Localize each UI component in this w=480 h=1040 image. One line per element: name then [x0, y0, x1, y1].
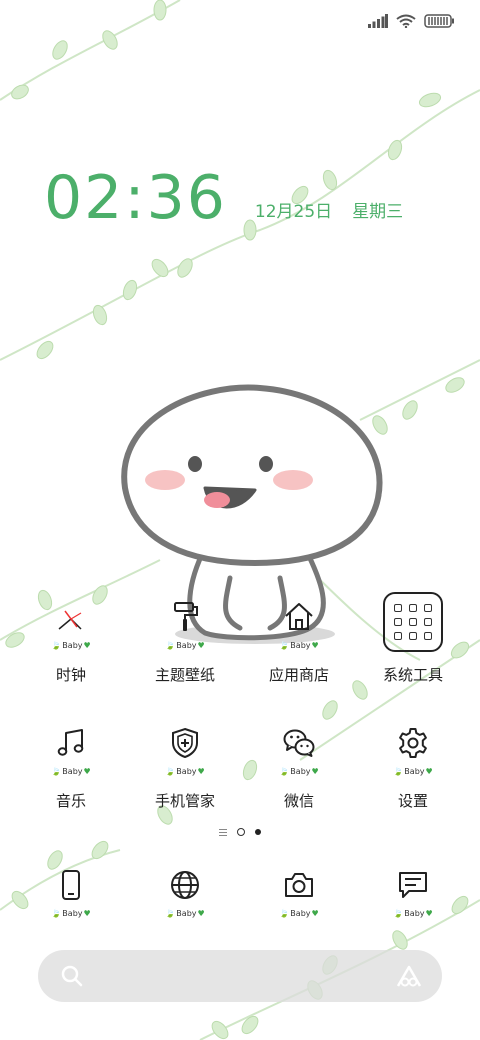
baby-badge: 🍃 Baby ♥	[51, 767, 91, 776]
app-store[interactable]: 🍃 Baby ♥ 应用商店	[242, 590, 356, 685]
app-icon-box: 🍃 Baby ♥	[153, 858, 217, 922]
leaf-icon: 🍃	[165, 767, 176, 776]
search-bar[interactable]	[38, 950, 442, 1002]
app-label: 系统工具	[382, 666, 443, 684]
app-icon-box: 🍃 Baby ♥	[381, 858, 445, 922]
leaf-icon: 🍃	[393, 909, 404, 918]
heart-icon: ♥	[197, 641, 205, 650]
signal-icon	[368, 14, 388, 28]
browser-icon	[171, 871, 199, 899]
leaf-icon: 🍃	[51, 909, 62, 918]
clock-icon	[58, 610, 82, 630]
app-icon-box: 🍃 Baby ♥	[39, 716, 103, 780]
leaf-icon: 🍃	[279, 767, 290, 776]
app-icon-box	[381, 590, 445, 654]
app-icon-box: 🍃 Baby ♥	[267, 590, 331, 654]
baby-badge: 🍃 Baby ♥	[279, 641, 319, 650]
heart-icon: ♥	[83, 909, 91, 918]
dock: 🍃 Baby ♥ 🍃 Baby ♥ 🍃 Baby ♥ 🍃 Baby ♥	[0, 858, 480, 922]
app-icon-box: 🍃 Baby ♥	[39, 590, 103, 654]
app-label: 主题壁纸	[154, 666, 215, 684]
heart-icon: ♥	[197, 909, 205, 918]
date-display: 12月25日 星期三	[255, 197, 403, 222]
app-clock[interactable]: 🍃 Baby ♥ 时钟	[14, 590, 128, 685]
gear-icon	[399, 728, 427, 758]
app-label: 音乐	[55, 792, 86, 810]
leaf-icon: 🍃	[165, 641, 176, 650]
tools-folder-icon	[383, 592, 443, 652]
clock-widget[interactable]: 02:36 12月25日 星期三	[44, 166, 403, 230]
app-music[interactable]: 🍃 Baby ♥ 音乐	[14, 716, 128, 811]
baby-badge: 🍃 Baby ♥	[165, 909, 205, 918]
app-label: 设置	[397, 792, 428, 810]
battery-icon	[424, 14, 454, 28]
app-label: 应用商店	[268, 666, 329, 684]
store-icon	[285, 603, 313, 630]
wechat-icon	[283, 729, 315, 757]
app-icon-box: 🍃 Baby ♥	[153, 590, 217, 654]
assistant-icon[interactable]	[396, 964, 422, 988]
heart-icon: ♥	[311, 909, 319, 918]
search-icon[interactable]	[60, 964, 84, 988]
weekday-text: 星期三	[352, 202, 404, 222]
baby-badge: 🍃 Baby ♥	[51, 909, 91, 918]
dock-browser[interactable]: 🍃 Baby ♥	[128, 858, 242, 922]
leaf-icon: 🍃	[279, 909, 290, 918]
baby-badge: 🍃 Baby ♥	[279, 767, 319, 776]
heart-icon: ♥	[83, 641, 91, 650]
leaf-icon: 🍃	[393, 767, 404, 776]
app-icon-box: 🍃 Baby ♥	[267, 858, 331, 922]
page-indicator[interactable]	[0, 828, 480, 836]
music-icon	[57, 729, 84, 756]
heart-icon: ♥	[83, 767, 91, 776]
heart-icon: ♥	[311, 767, 319, 776]
leaf-icon: 🍃	[51, 641, 62, 650]
heart-icon: ♥	[425, 767, 433, 776]
app-icon-box: 🍃 Baby ♥	[267, 716, 331, 780]
app-label: 时钟	[55, 666, 86, 684]
app-label: 手机管家	[154, 792, 215, 810]
app-settings[interactable]: 🍃 Baby ♥ 设置	[356, 716, 470, 811]
page-indicator-dot[interactable]	[237, 828, 245, 836]
app-icon-box: 🍃 Baby ♥	[381, 716, 445, 780]
heart-icon: ♥	[425, 909, 433, 918]
leaf-icon: 🍃	[165, 909, 176, 918]
status-bar	[368, 10, 454, 32]
message-icon	[399, 872, 427, 898]
phone-icon	[62, 870, 80, 900]
time-display: 02:36	[44, 163, 227, 233]
camera-icon	[285, 873, 313, 897]
baby-badge: 🍃 Baby ♥	[165, 767, 205, 776]
leaf-icon: 🍃	[51, 767, 62, 776]
date-text: 12月25日	[254, 202, 333, 222]
app-theme-wallpaper[interactable]: 🍃 Baby ♥ 主题壁纸	[128, 590, 242, 685]
app-phone-manager[interactable]: 🍃 Baby ♥ 手机管家	[128, 716, 242, 811]
app-icon-box: 🍃 Baby ♥	[153, 716, 217, 780]
dock-messages[interactable]: 🍃 Baby ♥	[356, 858, 470, 922]
app-system-tools[interactable]: 系统工具	[356, 590, 470, 685]
dock-camera[interactable]: 🍃 Baby ♥	[242, 858, 356, 922]
dock-phone[interactable]: 🍃 Baby ♥	[14, 858, 128, 922]
leaf-icon: 🍃	[279, 641, 290, 650]
baby-badge: 🍃 Baby ♥	[165, 641, 205, 650]
app-wechat[interactable]: 🍃 Baby ♥ 微信	[242, 716, 356, 811]
baby-badge: 🍃 Baby ♥	[393, 909, 433, 918]
baby-badge: 🍃 Baby ♥	[279, 909, 319, 918]
heart-icon: ♥	[197, 767, 205, 776]
baby-badge: 🍃 Baby ♥	[393, 767, 433, 776]
baby-badge: 🍃 Baby ♥	[51, 641, 91, 650]
page-indicator-menu[interactable]	[219, 828, 227, 836]
app-icon-box: 🍃 Baby ♥	[39, 858, 103, 922]
wifi-icon	[396, 14, 416, 28]
heart-icon: ♥	[311, 641, 319, 650]
app-grid-row-1: 🍃Baby♥ 时钟 🍃Baby♥ 主题壁纸 🍃Baby♥ 应用商店	[0, 590, 480, 685]
app-grid-row-2: 🍃 Baby ♥ 音乐 🍃 Baby ♥ 手机管家 🍃 Baby ♥ 微信 🍃 …	[0, 716, 480, 811]
page-indicator-dot-active[interactable]	[255, 829, 261, 835]
app-label: 微信	[283, 792, 314, 810]
paint-roller-icon	[174, 602, 198, 631]
shield-icon	[172, 727, 198, 759]
